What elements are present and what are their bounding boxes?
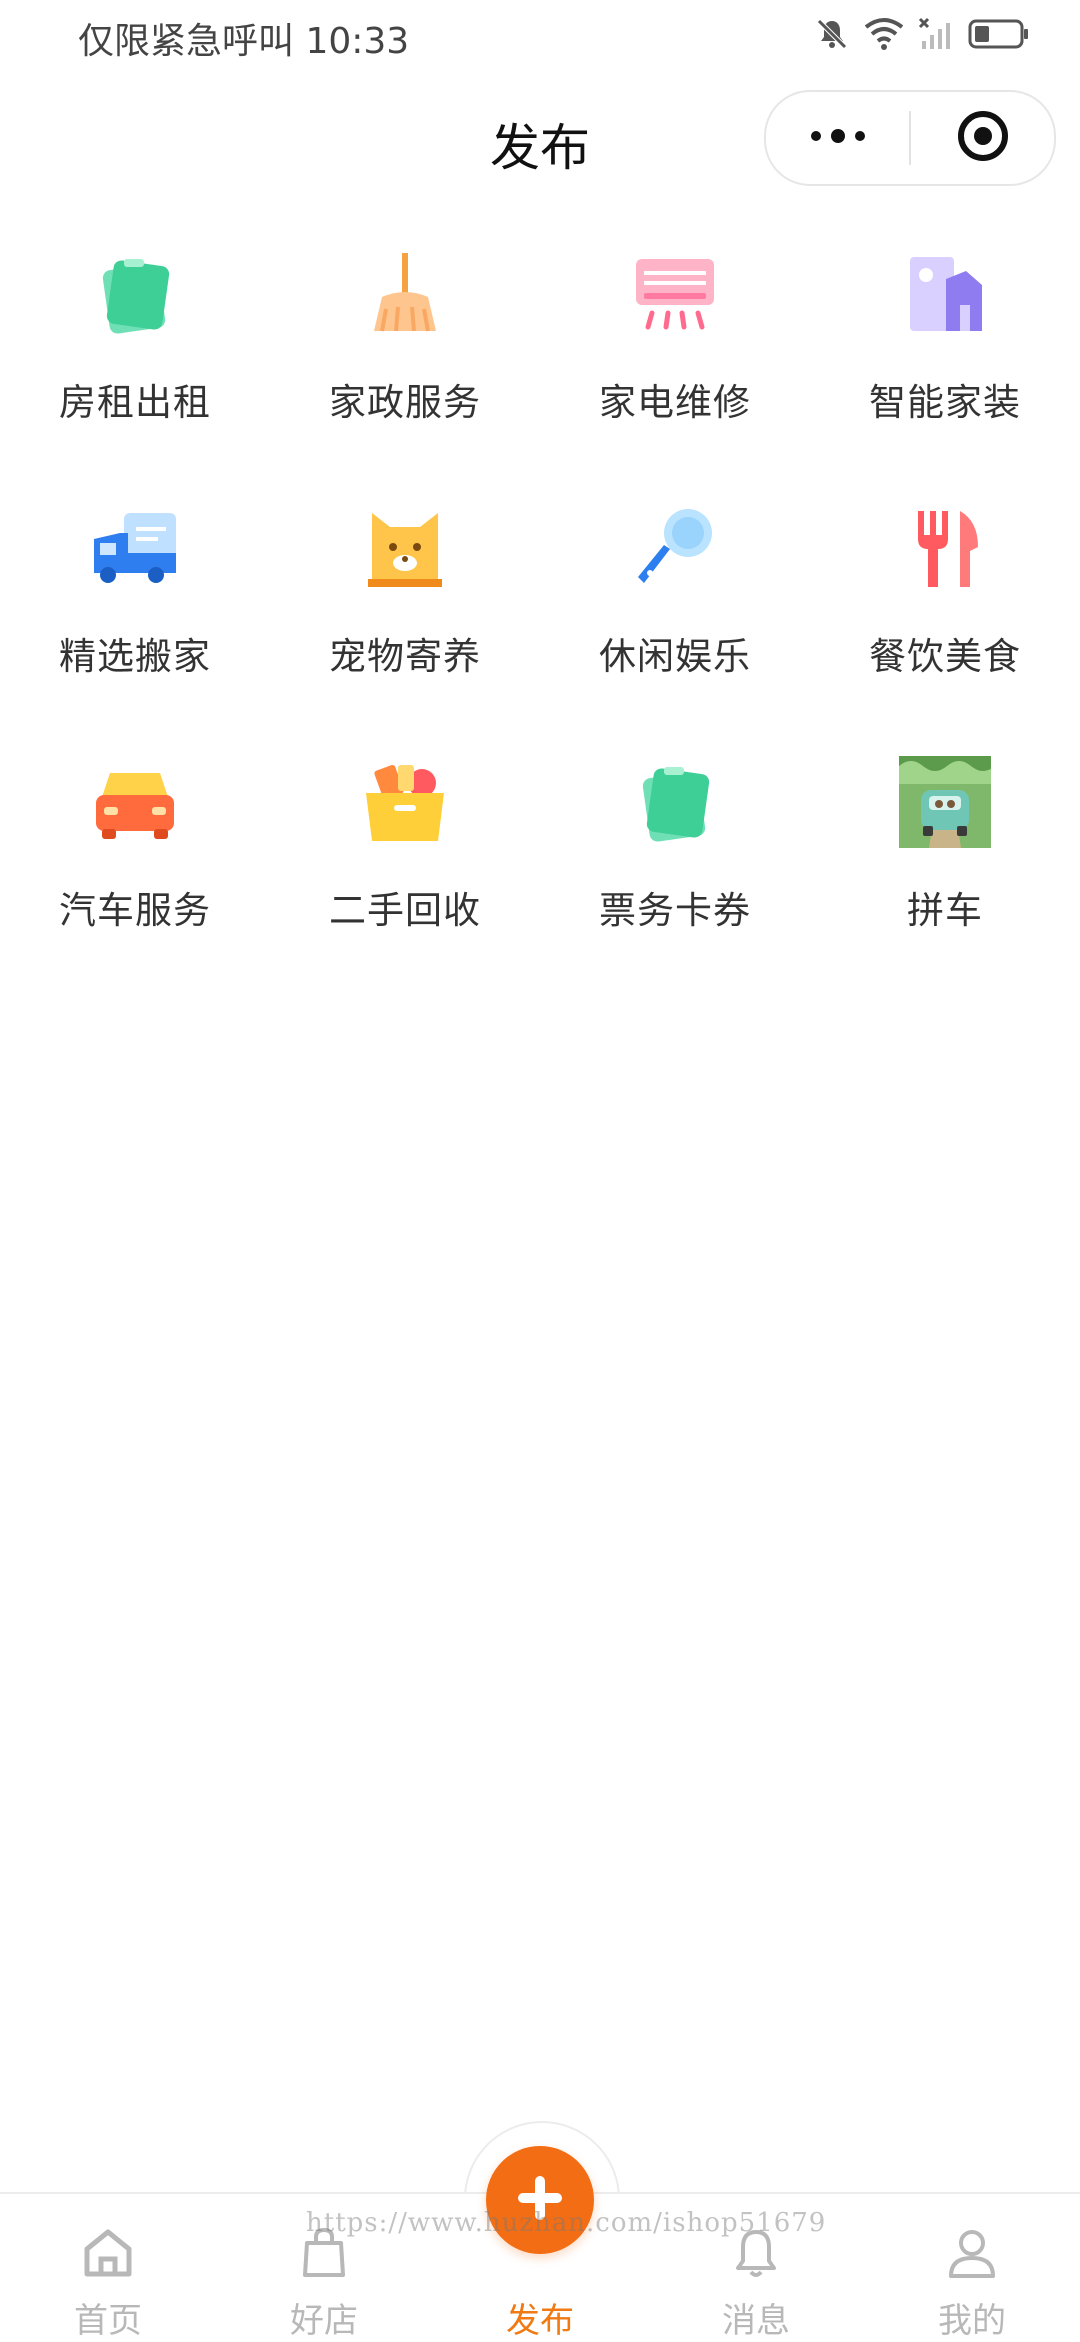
category-leisure[interactable]: 休闲娱乐 (540, 486, 810, 688)
category-label: 房租出租 (59, 381, 211, 424)
fork-knife-icon (895, 498, 995, 598)
category-house-rent[interactable]: 房租出租 (0, 232, 270, 434)
wifi-icon (864, 17, 904, 51)
bell-off-icon (814, 16, 850, 52)
user-icon (946, 2226, 998, 2279)
nav-bar: 发布 (0, 80, 1080, 200)
tab-home[interactable]: 首页 (0, 2194, 216, 2342)
category-housekeeping[interactable]: 家政服务 (270, 232, 540, 434)
miniprogram-capsule (764, 90, 1056, 186)
category-recycling[interactable]: 二手回收 (270, 740, 540, 942)
car-icon (85, 752, 185, 852)
more-dots-icon (808, 126, 868, 150)
house-rent-icon (85, 244, 185, 344)
tab-label: 发布 (506, 2301, 574, 2341)
status-text: 仅限紧急呼叫 10:33 (78, 21, 410, 62)
ticket-icon (625, 752, 725, 852)
category-label: 智能家装 (869, 381, 1021, 424)
broom-icon (355, 244, 455, 344)
category-label: 票务卡券 (599, 889, 751, 932)
tab-profile[interactable]: 我的 (864, 2194, 1080, 2342)
category-label: 家政服务 (329, 381, 481, 424)
category-label: 休闲娱乐 (599, 635, 751, 678)
category-tickets[interactable]: 票务卡券 (540, 740, 810, 942)
category-car-service[interactable]: 汽车服务 (0, 740, 270, 942)
category-label: 餐饮美食 (869, 635, 1021, 678)
more-button[interactable] (766, 92, 909, 184)
category-moving[interactable]: 精选搬家 (0, 486, 270, 688)
category-label: 家电维修 (599, 381, 751, 424)
home-icon (81, 2226, 135, 2279)
category-label: 精选搬家 (59, 635, 211, 678)
moving-truck-icon (85, 498, 185, 598)
category-label: 汽车服务 (59, 889, 211, 932)
category-food[interactable]: 餐饮美食 (810, 486, 1080, 688)
battery-icon (968, 18, 1030, 50)
close-miniprogram-button[interactable] (911, 92, 1054, 184)
tab-label: 好店 (290, 2301, 358, 2341)
category-appliance-repair[interactable]: 家电维修 (540, 232, 810, 434)
air-conditioner-icon (625, 244, 725, 344)
watermark-text: https://www.huzhan.com/ishop51679 (306, 2208, 827, 2238)
signal-off-icon (918, 17, 954, 51)
category-label: 宠物寄养 (329, 635, 481, 678)
microphone-icon (625, 498, 725, 598)
tab-label: 消息 (722, 2301, 790, 2341)
tab-label: 首页 (74, 2301, 142, 2341)
tab-label: 我的 (938, 2301, 1006, 2341)
category-label: 二手回收 (329, 889, 481, 932)
category-smart-home[interactable]: 智能家装 (810, 232, 1080, 434)
smart-home-icon (895, 244, 995, 344)
close-target-icon (955, 108, 1011, 168)
status-icons (814, 16, 1030, 52)
carpool-image-icon (895, 752, 995, 852)
category-pet-boarding[interactable]: 宠物寄养 (270, 486, 540, 688)
category-grid: 房租出租 家政服务 家电维修 智能家装 精选搬家 宠物寄养 休闲娱乐 餐饮美食 … (0, 232, 1080, 942)
status-bar: 仅限紧急呼叫 10:33 (0, 0, 1080, 80)
recycle-box-icon (355, 752, 455, 852)
pet-icon (355, 498, 455, 598)
category-label: 拼车 (907, 889, 983, 932)
category-carpool[interactable]: 拼车 (810, 740, 1080, 942)
